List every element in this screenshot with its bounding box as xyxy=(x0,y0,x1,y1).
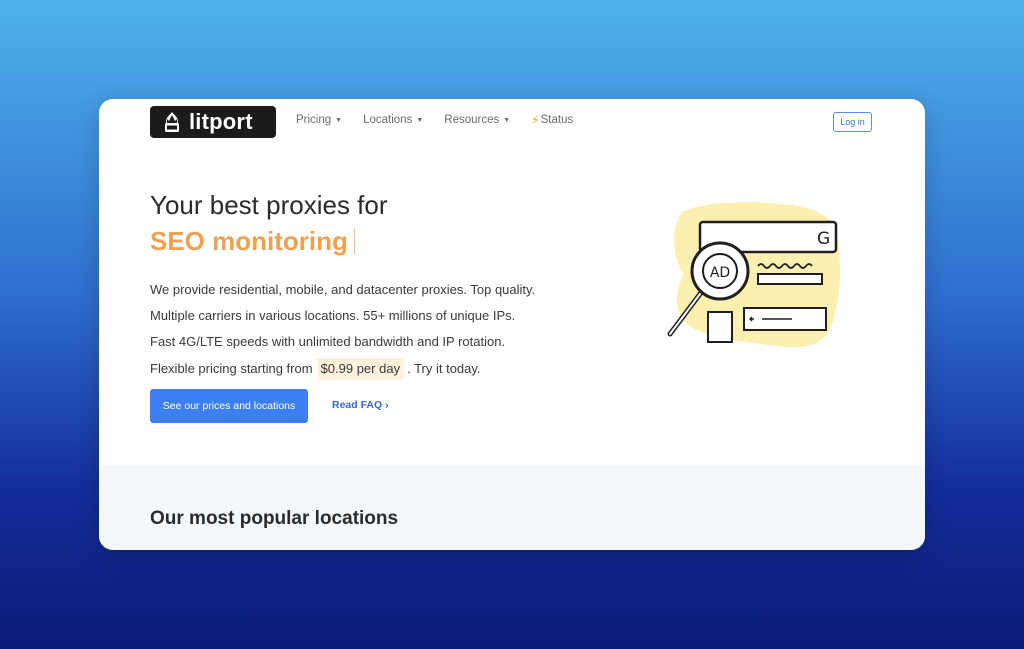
page-card: litport Pricing ▼ Locations ▼ Resources … xyxy=(99,99,925,550)
nav-item-pricing[interactable]: Pricing ▼ xyxy=(296,114,342,126)
hero-pricing-line: Flexible pricing starting from $0.99 per… xyxy=(150,358,481,380)
nav-item-status[interactable]: ⚡ Status xyxy=(531,113,573,127)
read-faq-link[interactable]: Read FAQ › xyxy=(332,399,389,411)
pricing-prefix: Flexible pricing starting from xyxy=(150,361,313,376)
hero-headline-accent: SEO monitoring xyxy=(150,223,355,259)
small-box-shape xyxy=(707,311,733,343)
flame-logo-icon xyxy=(165,112,179,132)
nav-item-resources[interactable]: Resources ▼ xyxy=(444,114,510,126)
lightning-icon: ⚡ xyxy=(531,113,540,127)
brand-logo[interactable]: litport xyxy=(150,106,276,138)
nav-item-label: Pricing xyxy=(296,114,332,126)
hero-headline: Your best proxies for xyxy=(150,190,388,220)
text-line-shape xyxy=(757,273,823,285)
hero-paragraph-3: Fast 4G/LTE speeds with unlimited bandwi… xyxy=(150,334,506,349)
login-button[interactable]: Log in xyxy=(833,112,872,132)
main-nav: Pricing ▼ Locations ▼ Resources ▼ ⚡ Stat… xyxy=(296,113,594,127)
typing-cursor xyxy=(353,228,355,254)
seo-search-illustration: G AD xyxy=(667,202,840,348)
chevron-down-icon: ▼ xyxy=(416,116,424,124)
search-letter: G xyxy=(817,229,830,249)
nav-item-label: Resources xyxy=(444,114,500,126)
price-highlight: $0.99 per day xyxy=(316,358,405,380)
nav-item-label: Locations xyxy=(363,114,413,126)
ad-badge-text: AD xyxy=(710,265,730,281)
chevron-down-icon: ▼ xyxy=(503,116,511,124)
pricing-suffix: . Try it today. xyxy=(407,361,481,376)
chevron-down-icon: ▼ xyxy=(335,116,343,124)
brand-name: litport xyxy=(189,109,253,134)
popular-locations-section: Our most popular locations xyxy=(99,465,925,550)
nav-item-locations[interactable]: Locations ▼ xyxy=(363,114,423,126)
hero-paragraph-1: We provide residential, mobile, and data… xyxy=(150,282,536,297)
nav-item-label: Status xyxy=(540,114,574,126)
hero-accent-text: SEO monitoring xyxy=(150,226,348,256)
section-title: Our most popular locations xyxy=(150,508,399,529)
see-prices-button[interactable]: See our prices and locations xyxy=(150,389,308,423)
hero-paragraph-2: Multiple carriers in various locations. … xyxy=(150,308,516,323)
